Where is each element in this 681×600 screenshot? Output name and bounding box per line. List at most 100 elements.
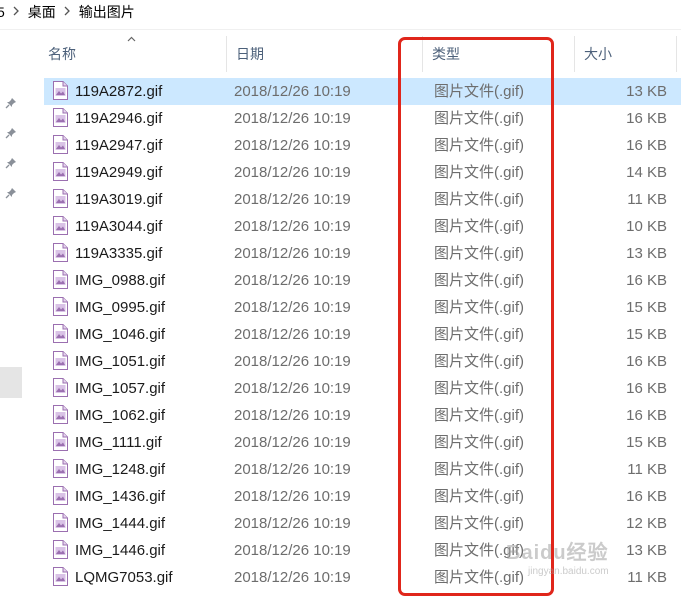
file-date: 2018/12/26 10:19	[234, 515, 351, 532]
file-row[interactable]: 119A2946.gif 2018/12/26 10:19 图片文件(.gif)…	[44, 105, 681, 132]
file-date: 2018/12/26 10:19	[234, 380, 351, 397]
gif-file-icon	[53, 432, 68, 451]
file-type: 图片文件(.gif)	[434, 272, 525, 289]
file-type: 图片文件(.gif)	[434, 353, 525, 370]
file-name: IMG_0988.gif	[75, 272, 166, 289]
file-row[interactable]: 119A3019.gif 2018/12/26 10:19 图片文件(.gif)…	[44, 186, 681, 213]
file-type: 图片文件(.gif)	[434, 83, 525, 100]
file-name: IMG_1446.gif	[75, 542, 166, 559]
file-type: 图片文件(.gif)	[434, 137, 525, 154]
file-row[interactable]: IMG_1057.gif 2018/12/26 10:19 图片文件(.gif)…	[44, 375, 681, 402]
file-name: IMG_1111.gif	[75, 434, 162, 451]
column-header-date[interactable]: 日期	[226, 36, 422, 72]
file-row[interactable]: LQMG7053.gif 2018/12/26 10:19 图片文件(.gif)…	[44, 564, 681, 591]
pin-icon[interactable]	[5, 96, 17, 109]
pin-icon[interactable]	[5, 186, 17, 199]
file-row[interactable]: 119A2949.gif 2018/12/26 10:19 图片文件(.gif)…	[44, 159, 681, 186]
file-name: IMG_1051.gif	[75, 353, 166, 370]
column-header: 名称 日期 类型 大小	[38, 36, 681, 72]
gif-file-icon	[53, 567, 68, 586]
file-type: 图片文件(.gif)	[434, 542, 525, 559]
breadcrumb-item-desktop[interactable]: 桌面	[28, 2, 56, 22]
file-row[interactable]: 119A3044.gif 2018/12/26 10:19 图片文件(.gif)…	[44, 213, 681, 240]
file-size: 16 KB	[626, 353, 667, 370]
file-size: 15 KB	[626, 326, 667, 343]
file-type: 图片文件(.gif)	[434, 164, 525, 181]
gif-file-icon	[53, 270, 68, 289]
navigation-pane	[0, 30, 22, 600]
file-name: 119A3019.gif	[75, 191, 163, 208]
file-type: 图片文件(.gif)	[434, 407, 525, 424]
file-size: 16 KB	[626, 407, 667, 424]
file-name: IMG_0995.gif	[75, 299, 166, 316]
file-row[interactable]: IMG_1111.gif 2018/12/26 10:19 图片文件(.gif)…	[44, 429, 681, 456]
gif-file-icon	[53, 243, 68, 262]
file-date: 2018/12/26 10:19	[234, 407, 351, 424]
pin-icon[interactable]	[5, 126, 17, 139]
file-row[interactable]: IMG_1446.gif 2018/12/26 10:19 图片文件(.gif)…	[44, 537, 681, 564]
file-name: IMG_1444.gif	[75, 515, 166, 532]
breadcrumb: 5 桌面 输出图片	[0, 0, 681, 24]
file-date: 2018/12/26 10:19	[234, 272, 351, 289]
column-header-size[interactable]: 大小	[574, 36, 681, 72]
file-row[interactable]: IMG_1436.gif 2018/12/26 10:19 图片文件(.gif)…	[44, 483, 681, 510]
column-header-name[interactable]: 名称	[38, 36, 226, 72]
file-row[interactable]: IMG_0995.gif 2018/12/26 10:19 图片文件(.gif)…	[44, 294, 681, 321]
file-date: 2018/12/26 10:19	[234, 137, 351, 154]
column-divider[interactable]	[676, 36, 677, 72]
file-row[interactable]: IMG_1046.gif 2018/12/26 10:19 图片文件(.gif)…	[44, 321, 681, 348]
breadcrumb-item-output-images[interactable]: 输出图片	[79, 2, 135, 22]
file-name: 119A3335.gif	[75, 245, 163, 262]
file-date: 2018/12/26 10:19	[234, 353, 351, 370]
file-date: 2018/12/26 10:19	[234, 299, 351, 316]
gif-file-icon	[53, 540, 68, 559]
pin-icon[interactable]	[5, 156, 17, 169]
column-header-size-label: 大小	[584, 46, 612, 62]
file-date: 2018/12/26 10:19	[234, 164, 351, 181]
file-size: 15 KB	[626, 434, 667, 451]
column-header-name-label: 名称	[48, 46, 76, 62]
file-type: 图片文件(.gif)	[434, 191, 525, 208]
chevron-right-icon	[64, 5, 71, 19]
file-date: 2018/12/26 10:19	[234, 191, 351, 208]
file-name: IMG_1062.gif	[75, 407, 166, 424]
file-date: 2018/12/26 10:19	[234, 569, 351, 586]
file-row[interactable]: IMG_0988.gif 2018/12/26 10:19 图片文件(.gif)…	[44, 267, 681, 294]
file-row[interactable]: IMG_1248.gif 2018/12/26 10:19 图片文件(.gif)…	[44, 456, 681, 483]
breadcrumb-partial[interactable]: 5	[0, 4, 5, 20]
file-date: 2018/12/26 10:19	[234, 488, 351, 505]
column-header-type-label: 类型	[432, 46, 460, 62]
file-name: 119A2946.gif	[75, 110, 163, 127]
divider	[0, 29, 681, 30]
file-row[interactable]: 119A2872.gif 2018/12/26 10:19 图片文件(.gif)…	[44, 78, 681, 105]
file-name: 119A2947.gif	[75, 137, 163, 154]
file-date: 2018/12/26 10:19	[234, 542, 351, 559]
gif-file-icon	[53, 351, 68, 370]
file-name: 119A3044.gif	[75, 218, 163, 235]
file-row[interactable]: IMG_1051.gif 2018/12/26 10:19 图片文件(.gif)…	[44, 348, 681, 375]
file-date: 2018/12/26 10:19	[234, 83, 351, 100]
file-name: LQMG7053.gif	[75, 569, 173, 586]
file-size: 16 KB	[626, 137, 667, 154]
gif-file-icon	[53, 135, 68, 154]
file-row[interactable]: IMG_1444.gif 2018/12/26 10:19 图片文件(.gif)…	[44, 510, 681, 537]
file-name: IMG_1248.gif	[75, 461, 166, 478]
file-size: 11 KB	[627, 569, 667, 586]
file-row[interactable]: 119A3335.gif 2018/12/26 10:19 图片文件(.gif)…	[44, 240, 681, 267]
gif-file-icon	[53, 378, 68, 397]
file-size: 16 KB	[626, 488, 667, 505]
file-date: 2018/12/26 10:19	[234, 434, 351, 451]
file-row[interactable]: 119A2947.gif 2018/12/26 10:19 图片文件(.gif)…	[44, 132, 681, 159]
file-row[interactable]: IMG_1062.gif 2018/12/26 10:19 图片文件(.gif)…	[44, 402, 681, 429]
file-type: 图片文件(.gif)	[434, 515, 525, 532]
column-header-date-label: 日期	[236, 46, 264, 62]
column-header-type[interactable]: 类型	[422, 36, 574, 72]
gif-file-icon	[53, 189, 68, 208]
gif-file-icon	[53, 459, 68, 478]
file-type: 图片文件(.gif)	[434, 488, 525, 505]
gif-file-icon	[53, 513, 68, 532]
nav-item-selected[interactable]	[0, 367, 22, 398]
gif-file-icon	[53, 81, 68, 100]
file-size: 16 KB	[626, 380, 667, 397]
file-type: 图片文件(.gif)	[434, 380, 525, 397]
